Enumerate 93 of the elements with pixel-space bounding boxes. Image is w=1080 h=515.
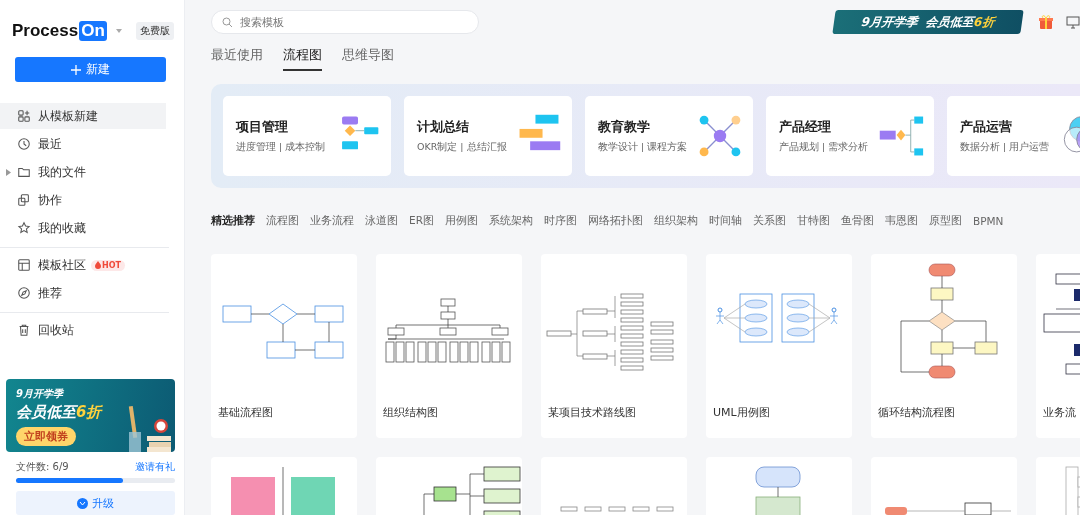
filter-tab[interactable]: 时序图 (543, 214, 577, 228)
sidebar-item[interactable]: 模板社区 HOT (0, 252, 166, 278)
filter-tab[interactable]: 流程图 (266, 214, 299, 228)
sidebar-item-label: 协作 (38, 192, 62, 208)
sidebar-item-label: 从模板新建 (38, 108, 98, 124)
diagram-icon (697, 113, 743, 159)
template-card[interactable]: 循环结构流程图 (871, 254, 1017, 438)
category-card[interactable]: 产品运营 数据分析 | 用户运营 (947, 96, 1080, 176)
filter-tab[interactable]: 关系图 (752, 214, 786, 228)
sidebar-item[interactable]: 从模板新建 (0, 103, 166, 129)
invite-link[interactable]: 邀请有礼 (135, 460, 175, 474)
category-subtitle: OKR制定 | 总结汇报 (417, 141, 508, 154)
tab[interactable]: 思维导图 (342, 44, 394, 71)
filter-tab[interactable]: 网络拓扑图 (587, 214, 643, 228)
filter-tab[interactable]: 系统架构 (488, 214, 533, 228)
claim-coupon-button[interactable]: 立即领券 (16, 427, 76, 446)
sidebar-item[interactable]: 最近 (0, 131, 166, 157)
category-subtitle: 教学设计 | 课程方案 (598, 141, 689, 154)
promo-banner[interactable]: 9月开学季 会员低至6折 (832, 10, 1024, 34)
plan-badge: 免费版 (136, 22, 174, 40)
template-title: 业务流 (1042, 405, 1077, 420)
promo-banner[interactable]: 9月开学季 会员低至6折 立即领券 (6, 379, 175, 452)
category-title: 产品经理 (779, 118, 832, 136)
category-subtitle: 数据分析 | 用户运营 (960, 141, 1051, 154)
sidebar-item-label: 回收站 (38, 322, 74, 338)
category-title: 教育教学 (598, 118, 651, 136)
category-card[interactable]: 计划总结 OKR制定 | 总结汇报 (404, 96, 572, 176)
clock-icon (17, 137, 31, 151)
new-button[interactable]: 新建 (15, 57, 166, 82)
grid-icon (17, 109, 31, 123)
filter-tab[interactable]: 用例图 (444, 214, 478, 228)
tab[interactable]: 流程图 (283, 44, 322, 71)
search-field[interactable]: 搜索模板 (211, 10, 479, 34)
template-card[interactable]: 组织结构图 (376, 254, 522, 438)
folder-icon (17, 165, 31, 179)
share-icon (17, 193, 31, 207)
tab[interactable]: 最近使用 (211, 44, 263, 71)
filter-tab[interactable]: ER图 (409, 214, 434, 228)
diagram-thumbnail (1065, 466, 1080, 515)
plus-icon (71, 64, 81, 75)
template-card[interactable]: 基础流程图 (211, 254, 357, 438)
filter-tab[interactable]: 韦恩图 (884, 214, 918, 228)
processon-logo[interactable]: Process On (12, 21, 107, 41)
compass-icon (17, 286, 31, 300)
sidebar-item[interactable]: 推荐 (0, 280, 166, 306)
template-title: 组织结构图 (382, 405, 439, 420)
template-title: UML用例图 (712, 405, 771, 420)
sidebar-item[interactable]: 我的文件 (0, 159, 166, 185)
filter-tab[interactable]: 精选推荐 (211, 214, 255, 228)
dropdown-icon[interactable] (114, 28, 123, 34)
filter-tab[interactable]: 泳道图 (365, 214, 398, 228)
filter-tab[interactable]: 组织架构 (653, 214, 698, 228)
filter-tab[interactable]: 业务流程 (310, 214, 354, 228)
category-card[interactable]: 产品经理 产品规划 | 需求分析 (766, 96, 934, 176)
sidebar-item-label: 我的收藏 (38, 220, 86, 236)
filter-tab[interactable]: 鱼骨图 (840, 214, 874, 228)
sidebar-item[interactable]: 回收站 (0, 317, 166, 343)
monitor-icon[interactable] (1066, 15, 1080, 29)
sidebar-item-label: 最近 (38, 136, 62, 152)
template-card[interactable]: UML用例图 (706, 254, 852, 438)
sidebar-item[interactable]: 我的收藏 (0, 215, 166, 241)
category-title: 产品运营 (960, 118, 1013, 136)
category-subtitle: 进度管理 | 成本控制 (236, 141, 327, 154)
star-icon (17, 221, 31, 235)
sidebar-item-label: 我的文件 (38, 164, 86, 180)
upgrade-button[interactable]: 升级 (16, 491, 175, 515)
template-title: 基础流程图 (217, 405, 274, 420)
template-title: 某项目技术路线图 (547, 405, 637, 420)
template-card[interactable]: 业务流 (1036, 254, 1080, 438)
filter-tab[interactable]: 甘特图 (796, 214, 830, 228)
sidebar-item-label: 模板社区 (38, 257, 86, 273)
file-count: 文件数: 6/9 (16, 460, 69, 474)
filter-tab[interactable]: 时间轴 (708, 214, 742, 228)
sidebar-item-label: 推荐 (38, 285, 62, 301)
filter-tab[interactable]: BPMN (972, 215, 1004, 227)
category-card[interactable]: 教育教学 教学设计 | 课程方案 (585, 96, 753, 176)
category-subtitle: 产品规划 | 需求分析 (779, 141, 870, 154)
promo-title: 9月开学季 (16, 387, 65, 401)
template-title: 循环结构流程图 (877, 405, 956, 420)
gift-icon[interactable] (1038, 14, 1054, 30)
layout-icon (17, 258, 31, 272)
filter-tab[interactable]: 原型图 (928, 214, 962, 228)
chevron-icon (77, 497, 88, 509)
diagram-thumbnail (755, 466, 801, 515)
promo-headline: 会员低至6折 (16, 403, 104, 422)
category-card[interactable]: 项目管理 进度管理 | 成本控制 (223, 96, 391, 176)
category-title: 项目管理 (236, 118, 289, 136)
trash-icon (17, 323, 31, 337)
expand-caret-icon[interactable] (6, 168, 11, 176)
hot-badge: HOT (91, 259, 125, 271)
sidebar-item[interactable]: 协作 (0, 187, 166, 213)
category-title: 计划总结 (417, 118, 470, 136)
template-card[interactable]: 某项目技术路线图 (541, 254, 687, 438)
